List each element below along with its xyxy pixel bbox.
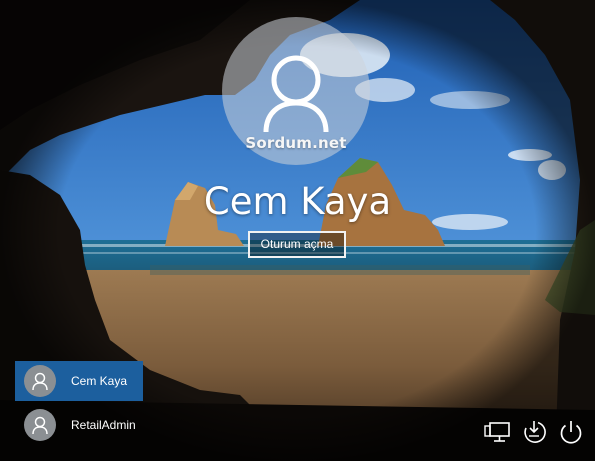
user-item-retailadmin[interactable]: RetailAdmin — [15, 405, 143, 445]
watermark: Sordum.net — [245, 134, 347, 152]
user-item-cem-kaya[interactable]: Cem Kaya — [15, 361, 143, 401]
avatar — [24, 409, 56, 441]
power-button[interactable] — [557, 418, 585, 446]
ease-of-access-button[interactable] — [520, 418, 548, 446]
avatar — [24, 365, 56, 397]
user-icon — [32, 372, 48, 391]
user-list: Cem Kaya RetailAdmin — [15, 361, 143, 449]
user-icon — [32, 416, 48, 435]
network-button[interactable] — [483, 418, 511, 446]
network-icon — [484, 422, 510, 442]
user-item-label: Cem Kaya — [71, 374, 128, 388]
user-item-label: RetailAdmin — [71, 418, 136, 432]
selected-user-name: Cem Kaya — [203, 180, 392, 223]
ease-of-access-icon — [524, 421, 546, 443]
sign-in-button[interactable]: Oturum açma — [248, 231, 346, 258]
power-icon — [560, 421, 582, 444]
